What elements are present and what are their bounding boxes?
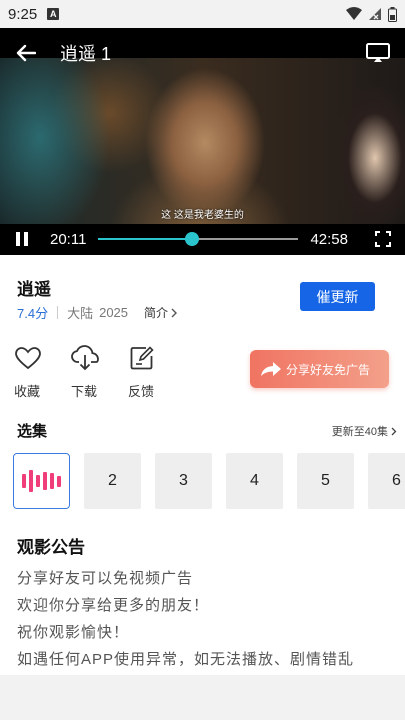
- urge-update-button[interactable]: 催更新: [300, 282, 375, 311]
- now-playing-icon: [22, 470, 61, 492]
- chevron-right-icon: [391, 427, 397, 435]
- share-label: 分享好友免广告: [286, 362, 371, 377]
- notice-title: 观影公告: [17, 538, 85, 557]
- bottom-navigation-area: [0, 675, 405, 720]
- intro-label: 简介: [144, 306, 169, 320]
- episode-3-button[interactable]: 3: [155, 453, 212, 509]
- signal-icon: [369, 8, 381, 20]
- show-meta: 7.4分 大陆 2025 简介: [17, 303, 178, 322]
- notification-icon: A: [47, 8, 60, 20]
- status-bar: 9:25 A: [0, 0, 405, 28]
- download-button[interactable]: 下载: [71, 345, 128, 400]
- status-time: 9:25: [8, 5, 38, 23]
- fullscreen-button[interactable]: [375, 231, 391, 247]
- video-player[interactable]: 逍遥 1 这 这是我老婆生的 20:11 42:58: [0, 28, 405, 255]
- episode-list: 2 3 4 5 6: [13, 453, 405, 509]
- favorite-button[interactable]: 收藏: [14, 345, 71, 400]
- download-cloud-icon: [71, 345, 99, 371]
- cast-button[interactable]: [365, 41, 391, 65]
- progress-slider[interactable]: [98, 232, 299, 246]
- show-title: 逍遥: [17, 280, 51, 299]
- episodes-heading: 选集: [17, 423, 48, 440]
- back-button[interactable]: [14, 41, 38, 65]
- fullscreen-icon: [375, 231, 391, 247]
- share-friends-button[interactable]: 分享好友免广告: [250, 350, 389, 388]
- divider: [57, 306, 59, 319]
- wifi-icon: [346, 7, 362, 20]
- episodes-more-link[interactable]: 更新至40集: [332, 423, 397, 439]
- player-controls: 20:11 42:58: [0, 224, 405, 254]
- action-row: 收藏 下载 反馈: [14, 345, 185, 400]
- episode-2-button[interactable]: 2: [84, 453, 141, 509]
- current-time: 20:11: [50, 230, 87, 248]
- download-label: 下载: [71, 384, 98, 399]
- share-arrow-icon: [261, 362, 281, 376]
- feedback-label: 反馈: [128, 384, 155, 399]
- feedback-edit-icon: [128, 345, 156, 371]
- year: 2025: [99, 305, 129, 320]
- progress-fill: [98, 238, 193, 240]
- video-subtitle: 这 这是我老婆生的: [161, 210, 244, 221]
- notice-body: 分享好友可以免视频广告 欢迎你分享给更多的朋友！ 祝你观影愉快！ 如遇任何APP…: [17, 565, 397, 673]
- region: 大陆: [67, 306, 94, 321]
- episode-1-button[interactable]: [13, 453, 70, 509]
- heart-icon: [14, 345, 42, 371]
- battery-icon: [388, 6, 397, 22]
- detail-panel: 逍遥 7.4分 大陆 2025 简介 催更新 收藏 下载 反馈 分享好友免广告 …: [0, 255, 405, 675]
- notice-line: 分享好友可以免视频广告: [17, 570, 194, 587]
- cast-icon: [366, 43, 390, 62]
- notice-line: 欢迎你分享给更多的朋友！: [17, 597, 210, 614]
- status-icons: [346, 6, 397, 22]
- feedback-button[interactable]: 反馈: [128, 345, 185, 400]
- player-top-bar: 逍遥 1: [0, 28, 405, 78]
- episodes-update-info: 更新至40集: [331, 426, 388, 438]
- intro-link[interactable]: 简介: [144, 304, 178, 321]
- episode-4-button[interactable]: 4: [226, 453, 283, 509]
- player-title: 逍遥 1: [60, 44, 112, 64]
- pause-icon: [16, 232, 20, 246]
- chevron-right-icon: [171, 308, 178, 317]
- favorite-label: 收藏: [14, 384, 41, 399]
- episode-6-button[interactable]: 6: [368, 453, 405, 509]
- pause-button[interactable]: [14, 231, 30, 247]
- rating: 7.4分: [17, 306, 49, 321]
- notice-line: 祝你观影愉快！: [17, 624, 130, 641]
- total-time: 42:58: [310, 230, 348, 248]
- back-arrow-icon: [16, 44, 36, 62]
- episode-5-button[interactable]: 5: [297, 453, 354, 509]
- notice-line: 如遇任何APP使用异常，如无法播放、剧情错乱: [17, 651, 355, 668]
- progress-thumb[interactable]: [185, 232, 200, 246]
